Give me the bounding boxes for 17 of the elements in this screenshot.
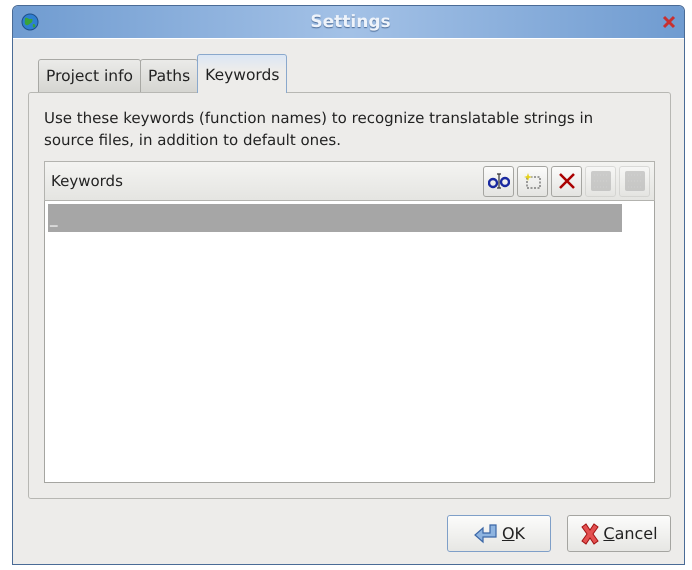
new-button[interactable] — [517, 166, 548, 196]
delete-button[interactable] — [551, 166, 582, 196]
cancel-x-icon — [580, 522, 600, 544]
tab[interactable]: Paths — [140, 59, 198, 93]
description-text: Use these keywords (function names) to recognize translatable strings in source files, in addition to default ones. — [44, 108, 594, 151]
new-item-icon — [524, 172, 542, 190]
rename-button[interactable] — [483, 166, 514, 196]
rename-icon — [488, 173, 510, 189]
ok-button[interactable]: OK — [447, 515, 551, 552]
delete-icon — [558, 172, 576, 190]
return-arrow-icon — [472, 522, 499, 544]
list-header-label: Keywords — [51, 172, 124, 190]
cancel-button[interactable]: Cancel — [567, 515, 671, 552]
tab[interactable]: Keywords — [197, 54, 288, 93]
window-title: Settings — [309, 12, 392, 32]
tab[interactable]: Project info — [38, 59, 142, 93]
globe-icon — [21, 13, 39, 31]
